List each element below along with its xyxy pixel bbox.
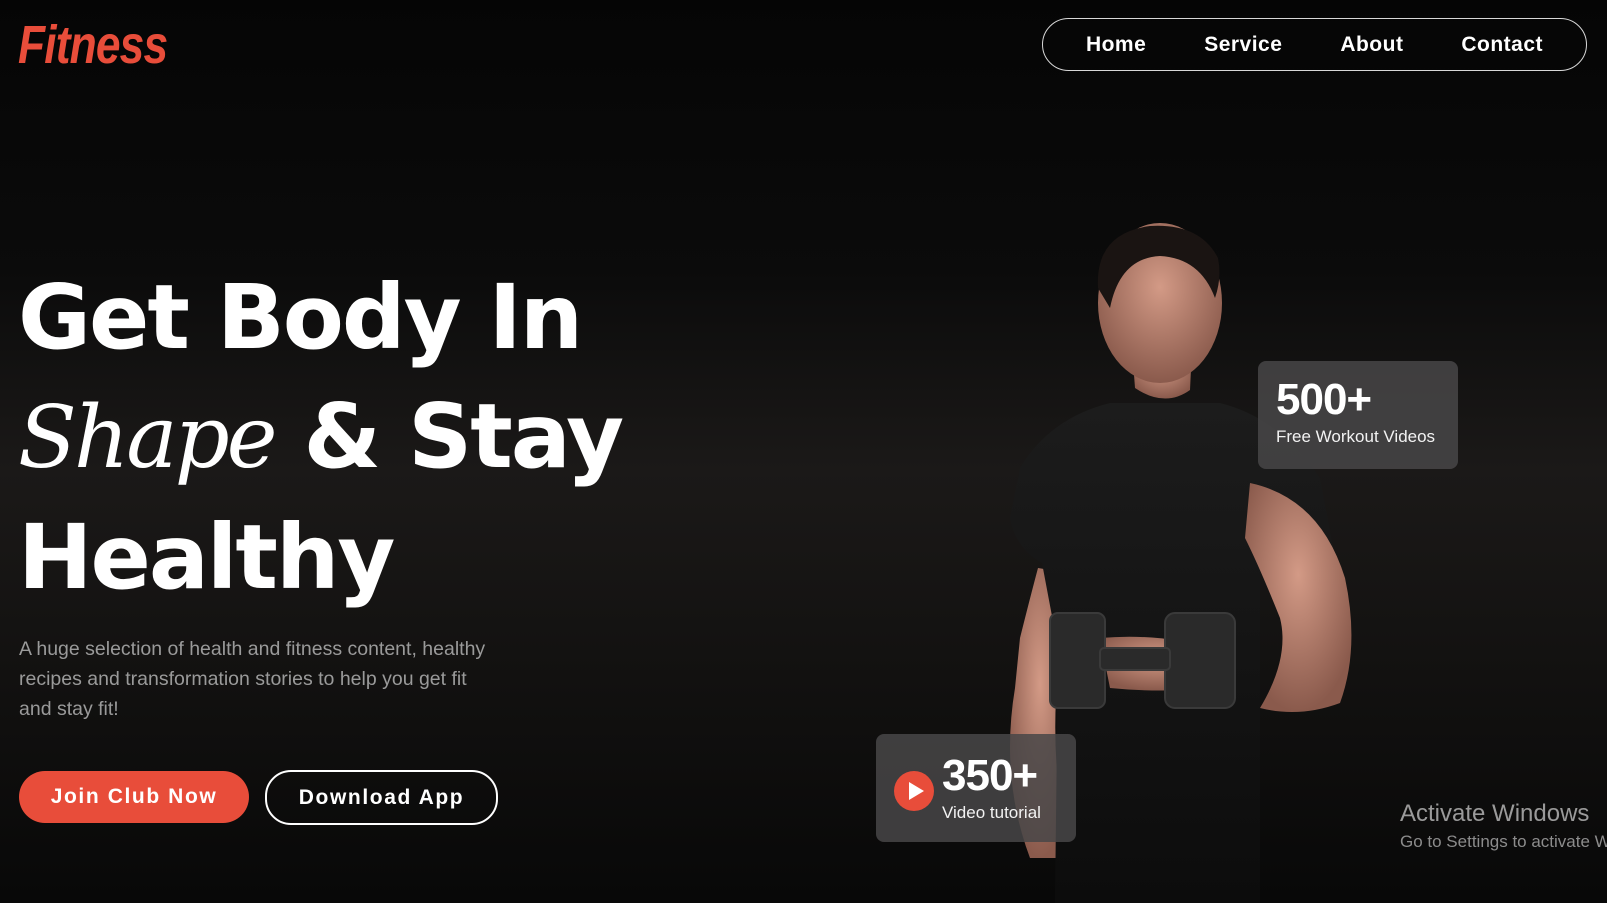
hero-headline: Get Body In Shape & Stay Healthy bbox=[18, 258, 625, 617]
headline-line-3: Healthy bbox=[18, 505, 395, 609]
download-app-button[interactable]: Download App bbox=[265, 770, 498, 825]
video-tutorial-stat-card: 350+ Video tutorial bbox=[876, 734, 1076, 842]
play-icon[interactable] bbox=[894, 771, 934, 811]
watermark-title: Activate Windows bbox=[1400, 800, 1590, 827]
nav-service-link[interactable]: Service bbox=[1204, 33, 1282, 57]
video-tutorial-label: Video tutorial bbox=[942, 803, 1041, 822]
watermark-subtitle: Go to Settings to activate W bbox=[1400, 832, 1607, 851]
windows-activation-watermark: Activate Windows Go to Settings to activ… bbox=[1400, 800, 1607, 852]
workout-videos-count: 500+ bbox=[1276, 375, 1372, 424]
headline-line-2: Shape & Stay bbox=[18, 377, 625, 498]
headline-line-2-rest: & Stay bbox=[274, 384, 625, 488]
headline-script-word: Shape bbox=[18, 388, 278, 488]
workout-videos-stat-card: 500+ Free Workout Videos bbox=[1258, 361, 1458, 469]
main-nav: Home Service About Contact bbox=[1042, 18, 1587, 71]
join-club-button[interactable]: Join Club Now bbox=[19, 771, 249, 823]
brand-logo[interactable]: Fitness bbox=[18, 14, 168, 76]
video-tutorial-text: 350+ Video tutorial bbox=[942, 753, 1041, 823]
nav-about-link[interactable]: About bbox=[1340, 33, 1403, 57]
video-tutorial-count: 350+ bbox=[942, 751, 1038, 800]
hero-description: A huge selection of health and fitness c… bbox=[19, 638, 486, 720]
workout-videos-label: Free Workout Videos bbox=[1276, 427, 1436, 446]
headline-line-1: Get Body In bbox=[18, 265, 583, 369]
landing-page: Fitness Home Service About Contact Get B… bbox=[0, 0, 1607, 903]
nav-home-link[interactable]: Home bbox=[1086, 33, 1146, 57]
nav-contact-link[interactable]: Contact bbox=[1461, 33, 1543, 57]
